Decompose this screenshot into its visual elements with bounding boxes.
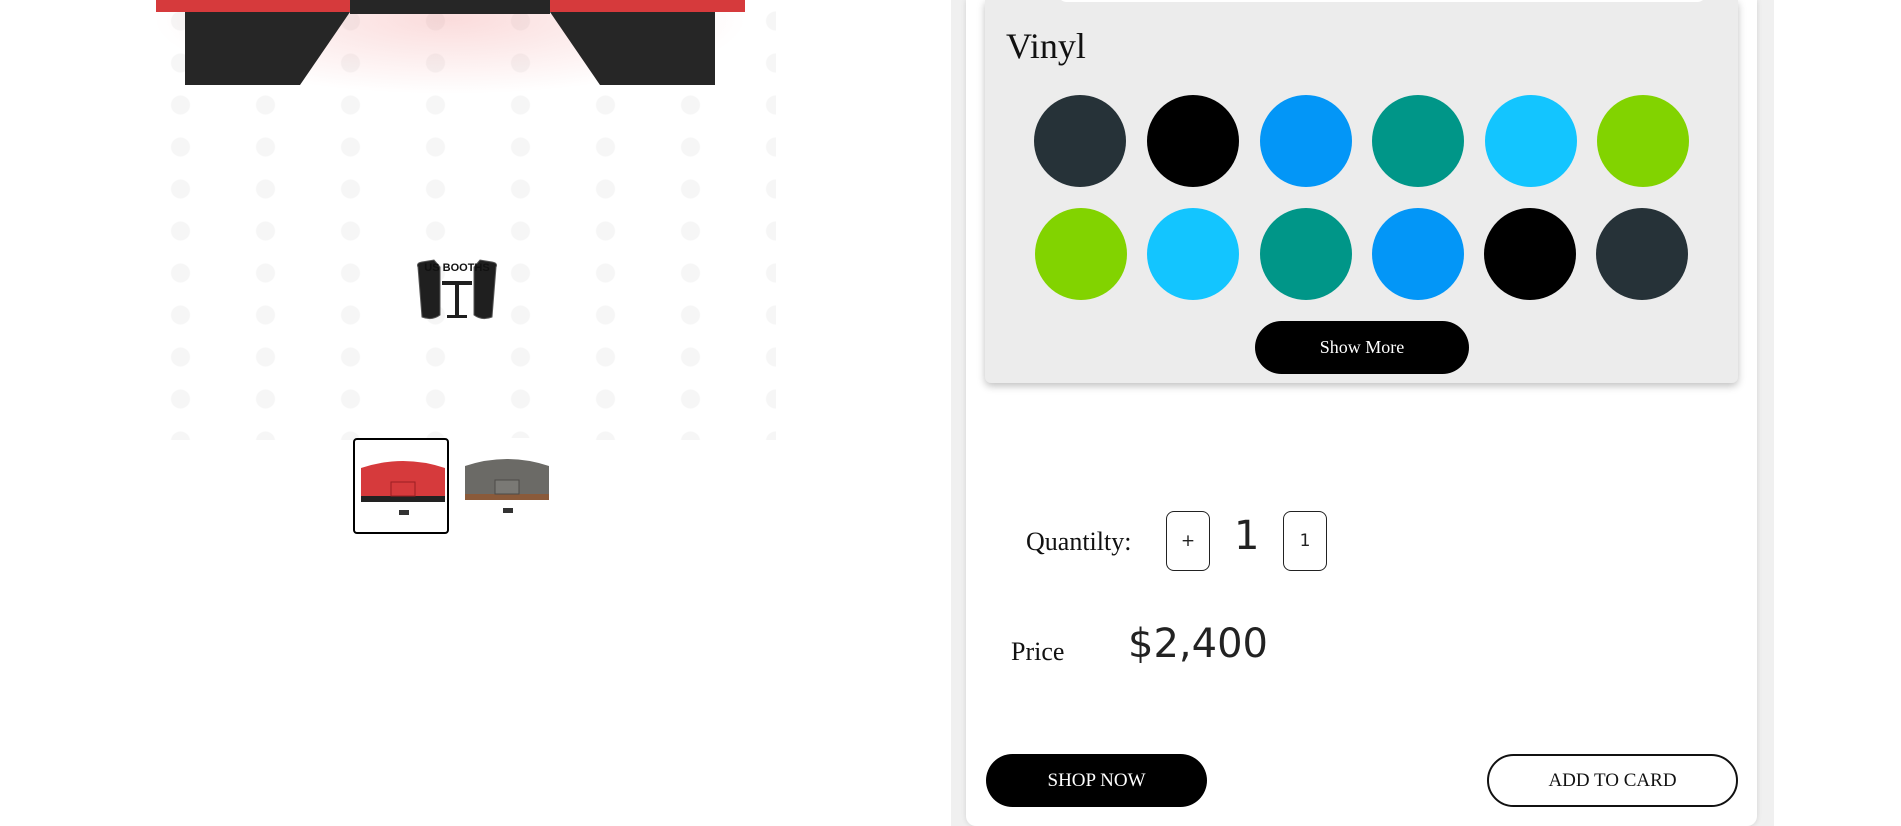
thumbnail-strip: [353, 438, 555, 538]
color-swatch[interactable]: [1597, 95, 1689, 187]
material-title: Vinyl: [1006, 26, 1086, 66]
price-value: $2,400: [1128, 621, 1268, 667]
logo-text: US BOOTHS: [424, 262, 489, 274]
quantity-increment-button[interactable]: +: [1166, 511, 1210, 571]
product-main-image: US BOOTHS: [138, 0, 776, 440]
color-swatch[interactable]: [1260, 208, 1352, 300]
color-swatch[interactable]: [1260, 95, 1352, 187]
color-swatch[interactable]: [1147, 95, 1239, 187]
color-swatch[interactable]: [1035, 208, 1127, 300]
color-swatch[interactable]: [1372, 95, 1464, 187]
color-swatch[interactable]: [1485, 95, 1577, 187]
color-swatch[interactable]: [1372, 208, 1464, 300]
color-swatch[interactable]: [1484, 208, 1576, 300]
color-swatch[interactable]: [1034, 95, 1126, 187]
shop-now-button[interactable]: SHOP NOW: [986, 754, 1207, 807]
red-booth-thumbnail-image: [361, 461, 445, 515]
us-booths-logo: US BOOTHS: [417, 259, 497, 320]
thumbnail-red-booth[interactable]: [353, 438, 449, 534]
quantity-value: 1: [1234, 513, 1260, 559]
gray-booth-thumbnail-image: [465, 459, 549, 513]
add-to-card-button[interactable]: ADD TO CARD: [1487, 754, 1738, 807]
color-swatch[interactable]: [1147, 208, 1239, 300]
show-more-button[interactable]: Show More: [1255, 321, 1469, 374]
previous-section-edge: [1057, 0, 1707, 2]
red-booth-image: [156, 0, 745, 85]
quantity-label: Quantilty:: [1026, 527, 1132, 556]
color-swatch[interactable]: [1596, 208, 1688, 300]
price-label: Price: [1011, 637, 1065, 666]
quantity-decrement-button[interactable]: 1: [1283, 511, 1327, 571]
thumbnail-gray-booth[interactable]: [459, 438, 555, 534]
